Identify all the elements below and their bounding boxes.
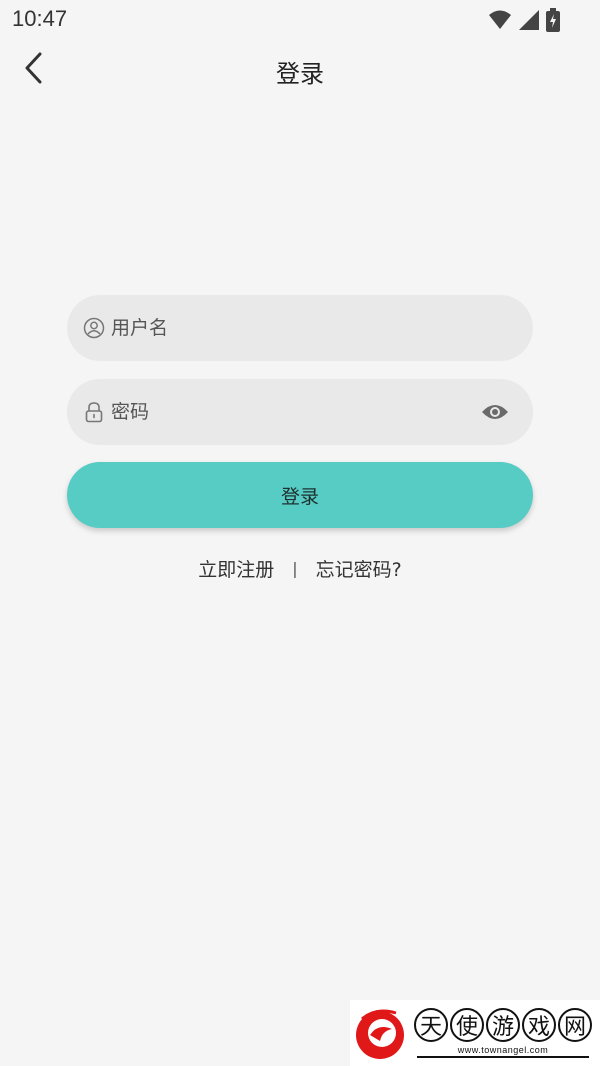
watermark: 天 使 游 戏 网 www.townangel.com	[350, 1000, 600, 1066]
password-input[interactable]	[109, 400, 479, 424]
watermark-char: 游	[486, 1008, 520, 1042]
user-icon	[83, 317, 105, 339]
watermark-url: www.townangel.com	[457, 1045, 549, 1055]
auth-links: 立即注册 | 忘记密码?	[0, 555, 600, 582]
watermark-logo-icon	[352, 1005, 408, 1061]
eye-icon[interactable]	[479, 396, 511, 428]
watermark-underline	[417, 1056, 589, 1058]
username-field[interactable]	[67, 295, 533, 361]
login-button[interactable]: 登录	[67, 462, 533, 528]
page-title: 登录	[276, 60, 324, 88]
forgot-password-link[interactable]: 忘记密码?	[316, 555, 402, 582]
lock-icon	[83, 401, 105, 423]
status-time: 10:47	[12, 6, 68, 31]
watermark-char: 使	[450, 1008, 484, 1042]
watermark-char: 网	[558, 1008, 592, 1042]
status-icons	[488, 8, 560, 36]
status-bar: 10:47	[0, 0, 600, 40]
watermark-char: 天	[414, 1008, 448, 1042]
battery-charging-icon	[546, 8, 560, 36]
register-link[interactable]: 立即注册	[198, 555, 274, 582]
signal-icon	[518, 9, 540, 35]
password-field[interactable]	[67, 379, 533, 445]
watermark-chars: 天 使 游 戏 网	[414, 1008, 592, 1042]
watermark-text: 天 使 游 戏 网 www.townangel.com	[414, 1008, 592, 1058]
watermark-char: 戏	[522, 1008, 556, 1042]
username-input[interactable]	[109, 316, 533, 340]
link-separator: |	[292, 559, 298, 578]
wifi-icon	[488, 9, 512, 35]
header: 登录	[0, 40, 600, 100]
